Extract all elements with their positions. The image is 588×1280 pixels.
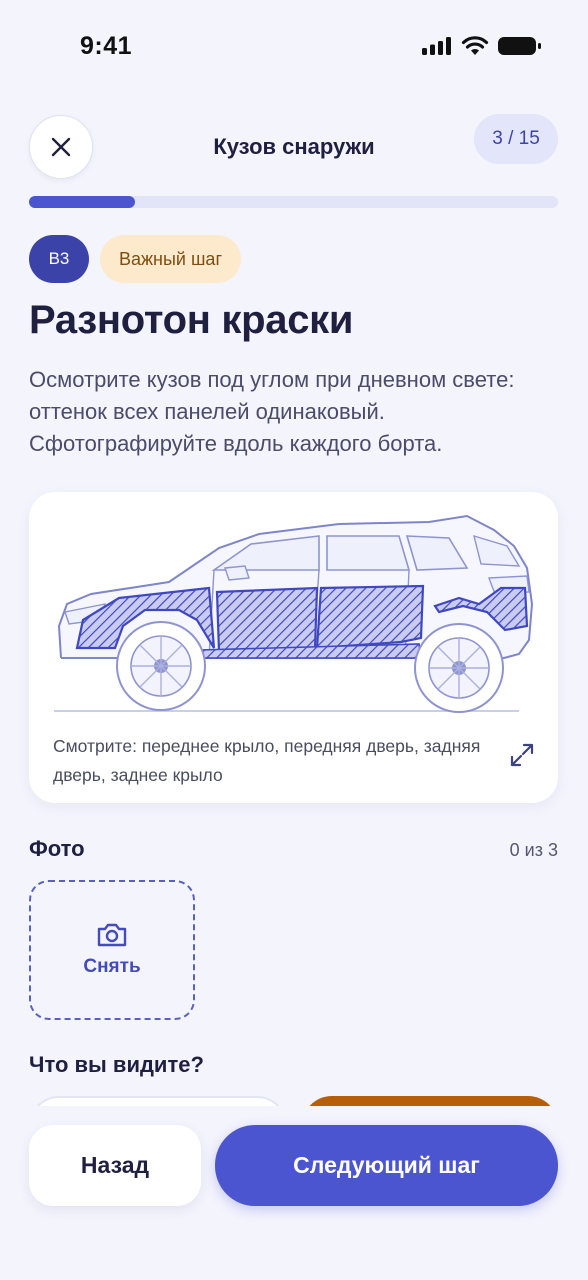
front-wheel-icon xyxy=(116,621,206,711)
back-button[interactable]: Назад xyxy=(29,1125,201,1206)
car-illustration xyxy=(54,514,534,713)
status-time: 9:41 xyxy=(80,32,133,60)
next-step-button[interactable]: Следующий шаг xyxy=(215,1125,558,1206)
illustration-caption: Смотрите: переднее крыло, передняя дверь… xyxy=(53,736,481,785)
step-code-badge: B3 xyxy=(29,235,89,283)
step-counter: 3 / 15 xyxy=(474,114,558,164)
expand-icon[interactable] xyxy=(507,740,537,770)
question-label: Что вы видите? xyxy=(29,1052,204,1077)
wifi-icon xyxy=(461,36,489,55)
capture-photo-button[interactable]: Снять xyxy=(29,880,195,1020)
camera-icon xyxy=(97,923,127,947)
step-title: Разнотон краски xyxy=(29,298,354,342)
capture-label: Снять xyxy=(83,956,141,977)
photos-label: Фото xyxy=(29,836,85,861)
progress-bar xyxy=(29,196,558,208)
progress-fill xyxy=(29,196,135,208)
photos-count: 0 из 3 xyxy=(509,840,558,860)
step-description: Осмотрите кузов под углом при дневном св… xyxy=(29,367,515,456)
signal-icon xyxy=(422,37,451,55)
rear-wheel-icon xyxy=(414,623,504,713)
illustration-card[interactable]: Смотрите: переднее крыло, передняя дверь… xyxy=(29,492,558,803)
battery-icon xyxy=(498,37,541,55)
status-icons xyxy=(422,36,542,56)
important-badge: Важный шаг xyxy=(100,235,242,283)
